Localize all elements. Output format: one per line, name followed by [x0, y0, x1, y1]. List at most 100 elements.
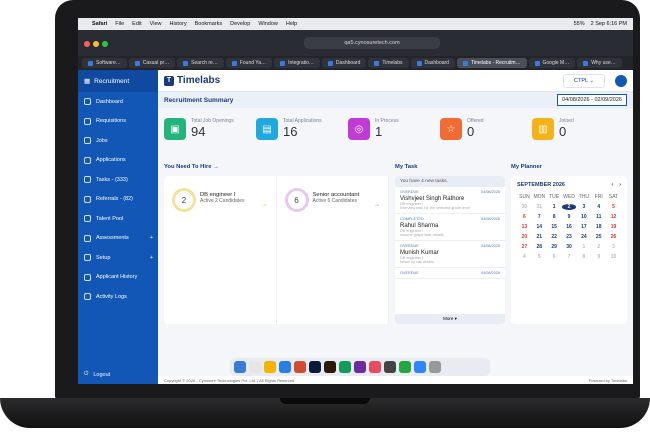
timelabs-logo[interactable]: T Timelabs	[164, 75, 220, 86]
calendar-day[interactable]: 28	[532, 244, 547, 250]
settings-icon[interactable]	[384, 361, 396, 373]
calendar-day[interactable]: 17	[576, 224, 591, 230]
calendar-day[interactable]: 29	[547, 244, 562, 250]
sidebar-item-setup[interactable]: Setup +	[78, 248, 158, 268]
sidebar-item-requisitions[interactable]: Requisitions	[78, 112, 158, 132]
calendar-day[interactable]: 3	[576, 204, 591, 210]
sidebar-item-talent-pool[interactable]: Talent Pool	[78, 209, 158, 229]
list-item[interactable]: COMPLETED 04/08/2026 Rahul Sharma DB engi…	[395, 214, 505, 241]
calendar-day[interactable]: 5	[532, 254, 547, 260]
menu-view[interactable]: View	[150, 21, 162, 27]
logout-button[interactable]: ⏻ Logout	[84, 371, 110, 378]
menubar-app[interactable]: Safari	[92, 21, 107, 27]
avatar[interactable]	[615, 74, 627, 87]
list-item[interactable]: OVERDUE 04/08/2026	[395, 268, 505, 279]
list-item[interactable]: OVERDUE 04/08/2026 Vishvjeet Singh Rathor…	[395, 187, 505, 214]
battery-status[interactable]: 55%	[574, 21, 585, 27]
app-icon[interactable]	[369, 361, 381, 373]
calendar-day[interactable]: 20	[517, 234, 532, 240]
browser-tab[interactable]: Search re…	[177, 58, 224, 68]
browser-tab[interactable]: Casual pr…	[128, 58, 176, 68]
browser-tab[interactable]: Google M…	[528, 58, 576, 68]
calendar-day[interactable]: 5	[606, 204, 621, 210]
calendar-day[interactable]: 2	[561, 204, 577, 210]
sidebar-header[interactable]: ▦ Recruitment	[78, 70, 158, 92]
hire-title[interactable]: You Need To Hire →	[164, 164, 389, 170]
calendar-day[interactable]: 10	[576, 214, 591, 220]
calendar-day[interactable]: 2	[591, 244, 606, 250]
arrow-right-icon[interactable]: →	[262, 202, 268, 208]
calendar-day[interactable]: 1	[576, 244, 591, 250]
browser-tab[interactable]: Software…	[82, 58, 127, 68]
launchpad-icon[interactable]	[249, 361, 261, 373]
figma-icon[interactable]	[354, 361, 366, 373]
calendar-day[interactable]: 31	[532, 204, 547, 210]
browser-tab[interactable]: Found Ya…	[225, 58, 273, 68]
menu-history[interactable]: History	[169, 21, 186, 27]
calendar-day[interactable]: 8	[547, 214, 562, 220]
calendar-day[interactable]: 4	[517, 254, 532, 260]
close-window-button[interactable]	[84, 41, 90, 47]
browser-tab[interactable]: Dashboard	[410, 58, 455, 68]
calendar-day[interactable]: 24	[576, 234, 591, 240]
calendar-day[interactable]: 6	[547, 254, 562, 260]
sidebar-item-dashboard[interactable]: Dashboard	[78, 92, 158, 112]
menu-file[interactable]: File	[115, 21, 124, 27]
calendar-day[interactable]: 25	[591, 234, 606, 240]
menu-edit[interactable]: Edit	[132, 21, 141, 27]
sidebar-item-tasks[interactable]: Tasks - (333)	[78, 170, 158, 190]
appstore-icon[interactable]	[414, 361, 426, 373]
chrome-icon[interactable]	[294, 361, 306, 373]
calendar-day[interactable]: 15	[547, 224, 562, 230]
stat-card-applications[interactable]: ▤ Total Applications 16	[256, 118, 338, 140]
sidebar-item-activity-logs[interactable]: Activity Logs	[78, 287, 158, 307]
clock[interactable]: 2 Sep 6:16 PM	[591, 21, 627, 27]
sidebar-item-applications[interactable]: Applications	[78, 151, 158, 171]
browser-tab[interactable]: Dashboard	[321, 58, 367, 68]
org-dropdown[interactable]: CTPL ⌄	[563, 73, 605, 88]
calendar-day[interactable]: 13	[517, 224, 532, 230]
calendar-day[interactable]: 23	[562, 234, 577, 240]
expand-icon[interactable]: +	[150, 235, 153, 241]
calendar-day[interactable]: 7	[562, 254, 577, 260]
sidebar-item-applicant-history[interactable]: Applicant History	[78, 268, 158, 288]
calendar-day[interactable]: 12	[606, 214, 621, 220]
chevron-right-icon[interactable]: ›	[619, 182, 621, 188]
calendar-day[interactable]: 22	[547, 234, 562, 240]
calendar-day[interactable]: 27	[517, 244, 532, 250]
sidebar-item-referrals[interactable]: Referrals - (82)	[78, 190, 158, 210]
calendar-day[interactable]: 9	[562, 214, 577, 220]
sidebar-item-assessments[interactable]: Assessments +	[78, 229, 158, 249]
sheets-icon[interactable]	[339, 361, 351, 373]
arrow-right-icon[interactable]: →	[374, 202, 380, 208]
calendar-day[interactable]: 11	[591, 214, 606, 220]
calendar-day[interactable]: 4	[591, 204, 606, 210]
stat-card-in-process[interactable]: ◎ In Process 1	[348, 118, 430, 140]
calendar-day[interactable]: 21	[532, 234, 547, 240]
photoshop-icon[interactable]	[309, 361, 321, 373]
calendar-day[interactable]: 7	[532, 214, 547, 220]
calendar-day[interactable]: 10	[606, 254, 621, 260]
finder-icon[interactable]	[234, 361, 246, 373]
hire-item[interactable]: 6 Senior accountant Active 6 Candidates →	[277, 176, 389, 324]
stat-card-joined[interactable]: ▥ Joined 0	[532, 118, 614, 140]
calendar-day[interactable]: 16	[562, 224, 577, 230]
notes-icon[interactable]	[264, 361, 276, 373]
calendar-day[interactable]: 6	[517, 214, 532, 220]
safari-icon[interactable]	[279, 361, 291, 373]
browser-tab[interactable]: Why use…	[577, 58, 622, 68]
stat-card-offered[interactable]: ☆ Offered 0	[440, 118, 522, 140]
calendar-day[interactable]: 14	[532, 224, 547, 230]
expand-icon[interactable]: +	[150, 255, 153, 261]
illustrator-icon[interactable]	[324, 361, 336, 373]
calendar-day[interactable]: 26	[606, 234, 621, 240]
whatsapp-icon[interactable]	[399, 361, 411, 373]
calendar-day[interactable]: 8	[576, 254, 591, 260]
browser-tab-active[interactable]: Timelabs - Recruitm…	[456, 58, 527, 68]
calendar-day[interactable]: 1	[547, 204, 562, 210]
list-item[interactable]: OVERDUE 04/08/2026 Munish Kumar DB engine…	[395, 241, 505, 268]
menu-bookmarks[interactable]: Bookmarks	[195, 21, 223, 27]
stat-card-openings[interactable]: ▣ Total Job Openings 94	[164, 118, 246, 140]
menu-develop[interactable]: Develop	[230, 21, 250, 27]
more-button[interactable]: More ▾	[395, 314, 505, 324]
